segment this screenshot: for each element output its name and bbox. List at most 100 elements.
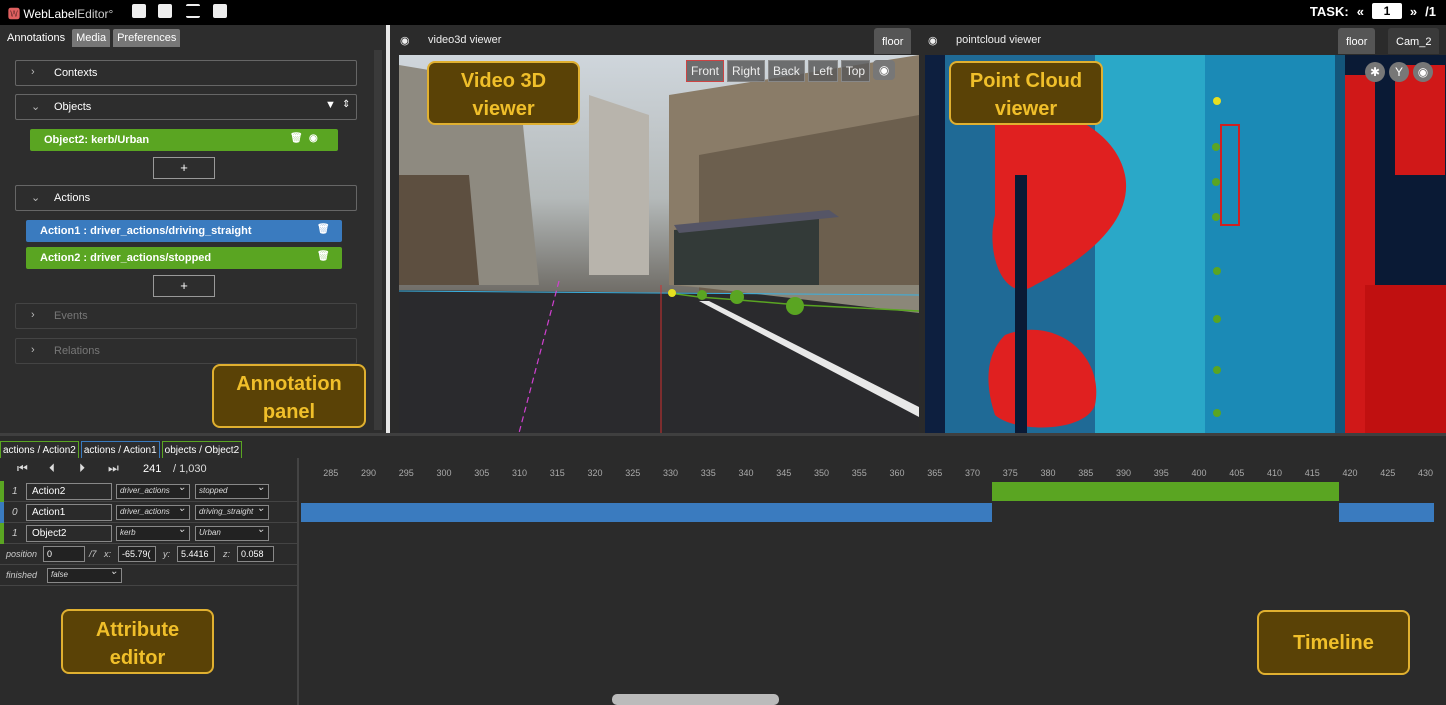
position-index-field[interactable]: 0 <box>43 546 85 562</box>
eye-icon[interactable]: ◉ <box>400 34 410 47</box>
trash-icon[interactable]: 🗑 <box>317 251 330 262</box>
task-total: /1 <box>1425 3 1436 19</box>
tick-label: 415 <box>1304 468 1320 478</box>
timeline-scrollbar[interactable] <box>612 694 779 705</box>
first-frame-icon[interactable]: ⏮ <box>17 461 28 476</box>
tab-preferences[interactable]: Preferences <box>113 29 181 47</box>
filter-icon[interactable]: ▼ <box>325 99 336 111</box>
floor-button[interactable]: floor <box>874 28 912 54</box>
pointcloud-tools: ✱ Y ◉ <box>1365 62 1433 82</box>
logo-mark: 🆆 <box>8 7 24 21</box>
object-item[interactable]: Object2: kerb/Urban 🗑 ◉ <box>30 129 338 151</box>
section-actions-label: Actions <box>54 192 91 204</box>
x-field[interactable]: -65.79( <box>118 546 156 562</box>
section-actions[interactable]: ⌄ Actions <box>15 185 357 211</box>
tick-label: 300 <box>436 468 452 478</box>
row-value-select[interactable]: stopped <box>195 482 269 499</box>
task-number-input[interactable]: 1 <box>1371 3 1402 19</box>
eye-icon[interactable]: ◉ <box>309 133 318 144</box>
tab-annotations[interactable]: Annotations <box>3 29 70 47</box>
tick-label: 395 <box>1153 468 1169 478</box>
camera-select-button[interactable]: Cam_2 <box>1388 28 1440 54</box>
view-right-button[interactable]: Right <box>727 60 766 82</box>
add-action-button[interactable]: + <box>153 275 215 297</box>
add-object-button[interactable]: + <box>153 157 215 179</box>
save-all-icon[interactable] <box>158 4 172 18</box>
row-type-select[interactable]: driver_actions <box>116 482 190 499</box>
view-back-button[interactable]: Back <box>768 60 805 82</box>
frame-input[interactable]: 241 <box>143 463 161 475</box>
save-icon[interactable] <box>132 4 146 18</box>
row-name-field[interactable]: Action2 <box>26 483 112 500</box>
section-contexts[interactable]: › Contexts <box>15 60 357 86</box>
table-row[interactable]: 1 Action2 driver_actions stopped <box>0 481 299 502</box>
view-top-button[interactable]: Top <box>840 60 871 82</box>
menu-icon[interactable] <box>186 4 200 18</box>
top-bar: 🆆 WebLabelEditor° TASK: « 1 » /1 <box>0 0 1446 25</box>
y-field[interactable]: 5.4416 <box>177 546 215 562</box>
finished-select[interactable]: false <box>47 566 122 583</box>
z-field[interactable]: 0.058 <box>237 546 274 562</box>
action-item-label: Action2 : driver_actions/stopped <box>40 252 212 264</box>
eye-icon[interactable]: ◉ <box>1413 62 1433 82</box>
sort-icon[interactable]: ⇕ <box>342 99 350 110</box>
row-type-select[interactable]: kerb <box>116 524 190 541</box>
task-prev-button[interactable]: « <box>1357 4 1364 19</box>
callout-attribute-editor: Attribute editor <box>61 609 214 674</box>
row-name-field[interactable]: Object2 <box>26 525 112 542</box>
finished-label: finished <box>6 570 38 580</box>
action-item-label: Action1 : driver_actions/driving_straigh… <box>40 225 252 237</box>
section-contexts-label: Contexts <box>54 67 98 79</box>
trash-icon[interactable]: 🗑 <box>317 224 330 235</box>
row-name-field[interactable]: Action1 <box>26 504 112 521</box>
row-value-select[interactable]: driving_straight <box>195 503 269 520</box>
x-label: x: <box>104 549 112 559</box>
tick-label: 315 <box>549 468 565 478</box>
action-item[interactable]: Action2 : driver_actions/stopped 🗑 <box>26 247 342 269</box>
row-type-select[interactable]: driver_actions <box>116 503 190 520</box>
notes-icon[interactable] <box>213 4 227 18</box>
prev-frame-icon[interactable]: ⏴ <box>49 461 55 476</box>
timeline-bar[interactable] <box>301 503 992 522</box>
timeline-ruler: 285 290 295 300 305 310 315 320 325 330 335 340 345 3… <box>301 463 1446 481</box>
tab-media[interactable]: Media <box>72 29 111 47</box>
tick-label: 425 <box>1380 468 1396 478</box>
row-value-select[interactable]: Urban <box>195 524 269 541</box>
eye-icon[interactable]: ◉ <box>873 60 896 80</box>
tick-label: 335 <box>700 468 716 478</box>
filter-icon[interactable]: Y <box>1389 62 1409 82</box>
floor-button[interactable]: floor <box>1338 28 1376 54</box>
chevron-right-icon: › <box>31 344 35 356</box>
view-left-button[interactable]: Left <box>807 60 838 82</box>
view-front-button[interactable]: Front <box>686 60 725 82</box>
callout-annotation-line2: panel <box>262 401 316 423</box>
tick-label: 285 <box>323 468 339 478</box>
table-row[interactable]: 0 Action1 driver_actions driving_straigh… <box>0 502 299 523</box>
section-relations[interactable]: › Relations <box>15 338 357 364</box>
callout-annotation-line1: Annotation <box>236 373 342 395</box>
section-events[interactable]: › Events <box>15 303 357 329</box>
table-row[interactable]: 1 Object2 kerb Urban <box>0 523 299 544</box>
action-item[interactable]: Action1 : driver_actions/driving_straigh… <box>26 220 342 242</box>
panel-scrollbar[interactable] <box>374 50 382 430</box>
app-logo: 🆆 WebLabelEditor° <box>8 5 113 22</box>
tick-label: 375 <box>1002 468 1018 478</box>
section-objects[interactable]: ⌄ Objects ▼ ⇕ <box>15 94 357 120</box>
z-label: z: <box>223 549 231 559</box>
video-viewer-header: ◉ video3d viewer floor <box>392 25 922 55</box>
panel-splitter[interactable] <box>386 25 390 433</box>
next-frame-icon[interactable]: ⏵ <box>79 461 85 476</box>
callout-annotation-panel: Annotation panel <box>212 364 366 428</box>
task-next-button[interactable]: » <box>1410 4 1417 19</box>
callout-timeline-label: Timeline <box>1293 632 1374 654</box>
timeline-bar[interactable] <box>991 482 1340 501</box>
row-color <box>0 523 4 544</box>
eye-icon[interactable]: ◉ <box>928 34 938 47</box>
trash-icon[interactable]: 🗑 <box>290 133 303 144</box>
timeline-bar[interactable] <box>1339 503 1434 522</box>
finished-row: finished false <box>0 565 299 586</box>
row-color <box>0 481 4 502</box>
last-frame-icon[interactable]: ⏭ <box>108 461 119 476</box>
asterisk-icon[interactable]: ✱ <box>1365 62 1385 82</box>
row-number: 1 <box>12 486 18 497</box>
